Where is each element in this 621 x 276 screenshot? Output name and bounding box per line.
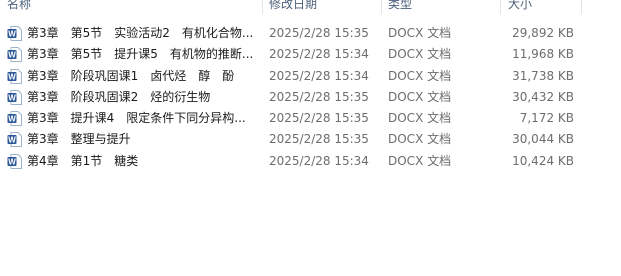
file-name: 第3章 第5节 提升课5 有机物的推断... [27,47,254,62]
column-divider[interactable] [581,0,582,14]
column-divider[interactable] [262,0,263,14]
file-type: DOCX 文档 [388,132,452,147]
svg-text:W: W [8,72,16,81]
file-size: 30,044 KB [512,132,574,147]
file-date: 2025/2/28 15:34 [269,153,369,168]
column-header-type[interactable]: 类型 [388,0,412,14]
file-row[interactable]: W 第4章 第1节 糖类 2025/2/28 15:34 DOCX 文档 10,… [0,151,621,172]
column-header-bar: 名称 修改日期 类型 大小 [0,0,621,14]
file-row[interactable]: W 第3章 提升课4 限定条件下同分异构... 2025/2/28 15:35 … [0,108,621,129]
file-name: 第4章 第1节 糖类 [27,153,139,168]
file-name: 第3章 阶段巩固课1 卤代烃 醇 酚 [27,68,235,83]
svg-text:W: W [8,115,16,124]
svg-text:W: W [8,93,16,102]
file-date: 2025/2/28 15:35 [269,26,369,40]
svg-text:W: W [8,51,16,60]
file-size: 31,738 KB [512,68,574,83]
word-document-icon: W [7,153,22,169]
file-name: 第3章 第5节 实验活动2 有机化合物... [27,26,254,40]
column-divider[interactable] [500,0,501,14]
file-size: 29,892 KB [512,26,574,40]
file-date: 2025/2/28 15:34 [269,47,369,62]
column-divider[interactable] [381,0,382,14]
file-date: 2025/2/28 15:35 [269,111,369,126]
file-type: DOCX 文档 [388,26,452,40]
file-name: 第3章 整理与提升 [27,132,131,147]
file-row[interactable]: W 第3章 第5节 提升课5 有机物的推断... 2025/2/28 15:34… [0,44,621,65]
file-size: 11,968 KB [512,47,574,62]
file-name: 第3章 阶段巩固课2 烃的衍生物 [27,89,211,104]
file-type: DOCX 文档 [388,153,452,168]
file-row[interactable]: W 第3章 整理与提升 2025/2/28 15:35 DOCX 文档 30,0… [0,129,621,150]
svg-text:W: W [8,29,16,38]
word-document-icon: W [7,26,22,41]
column-header-name[interactable]: 名称 [7,0,31,14]
word-document-icon: W [7,111,22,127]
column-header-date[interactable]: 修改日期 [269,0,317,14]
file-row[interactable]: W 第3章 阶段巩固课1 卤代烃 醇 酚 2025/2/28 15:34 DOC… [0,66,621,87]
file-name: 第3章 提升课4 限定条件下同分异构... [27,111,246,126]
file-row[interactable]: W 第3章 第5节 实验活动2 有机化合物... 2025/2/28 15:35… [0,23,621,44]
file-type: DOCX 文档 [388,89,452,104]
file-type: DOCX 文档 [388,47,452,62]
file-size: 30,432 KB [512,89,574,104]
column-header-size[interactable]: 大小 [508,0,532,14]
file-date: 2025/2/28 15:34 [269,68,369,83]
file-explorer: 名称 修改日期 类型 大小 W 第3章 第5节 实验活动2 有机化合物... 2… [0,0,621,276]
file-type: DOCX 文档 [388,68,452,83]
svg-text:W: W [8,157,16,166]
file-size: 7,172 KB [519,111,574,126]
file-type: DOCX 文档 [388,111,452,126]
word-document-icon: W [7,132,22,148]
word-document-icon: W [7,47,22,63]
word-document-icon: W [7,68,22,84]
file-list: W 第3章 第5节 实验活动2 有机化合物... 2025/2/28 15:35… [0,23,621,172]
file-date: 2025/2/28 15:35 [269,132,369,147]
word-document-icon: W [7,89,22,105]
svg-text:W: W [8,136,16,145]
file-size: 10,424 KB [512,153,574,168]
file-date: 2025/2/28 15:35 [269,89,369,104]
file-row[interactable]: W 第3章 阶段巩固课2 烃的衍生物 2025/2/28 15:35 DOCX … [0,87,621,108]
